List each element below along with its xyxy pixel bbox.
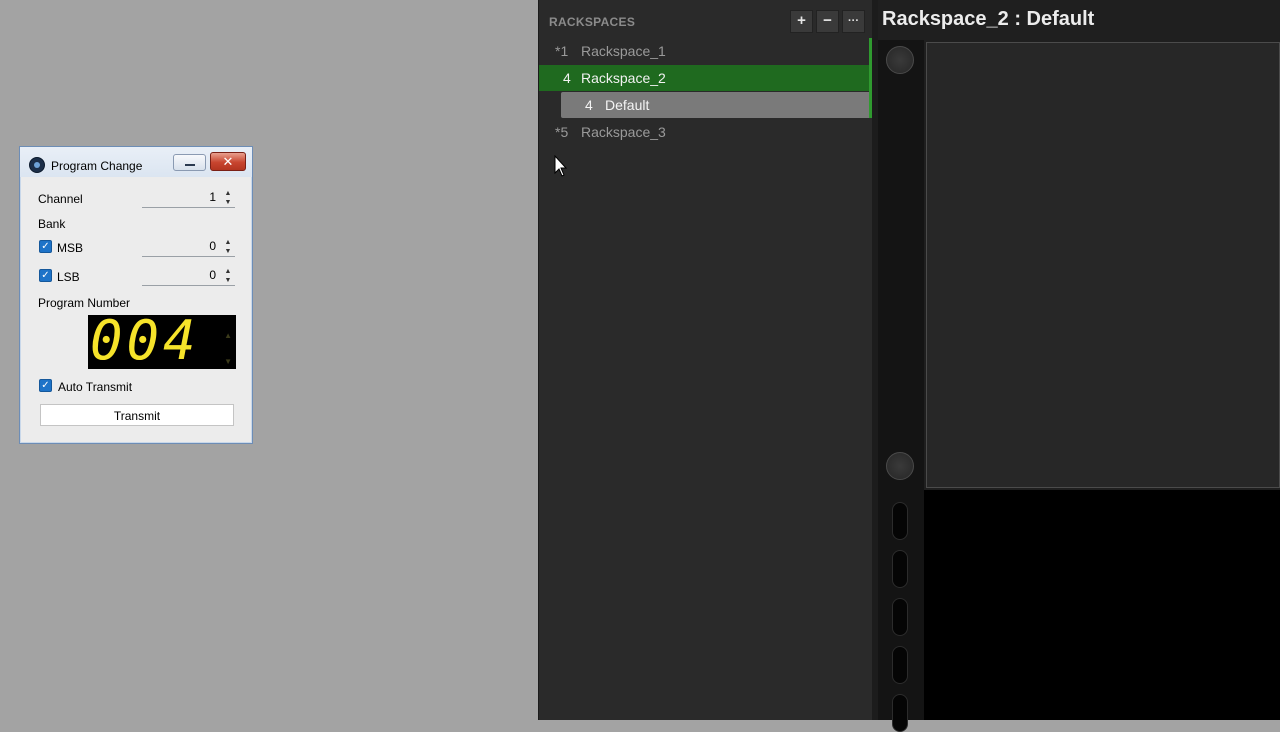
rack-slot-icon xyxy=(892,694,908,732)
rack-empty-space xyxy=(924,490,1280,720)
rack-screw-icon xyxy=(886,46,914,74)
lsb-stepper[interactable]: ▲▼ xyxy=(142,266,235,286)
rackspace-item-1[interactable]: *1 Rackspace_1 xyxy=(539,38,872,64)
lsb-checkbox[interactable]: ✓ xyxy=(39,269,52,282)
add-rackspace-button[interactable]: + xyxy=(790,10,813,33)
rackspaces-title: RACKSPACES xyxy=(549,15,636,29)
rackspace-name: Rackspace_2 xyxy=(581,70,666,86)
rackspace-number: 4 xyxy=(563,70,571,86)
lsb-input[interactable] xyxy=(142,266,216,284)
bank-label: Bank xyxy=(38,217,66,231)
rackspace-number: *1 xyxy=(555,43,569,59)
msb-input[interactable] xyxy=(142,237,216,255)
more-options-button[interactable]: ··· xyxy=(842,10,865,33)
rackspace-number: *5 xyxy=(555,124,569,140)
rackspace-name: Rackspace_1 xyxy=(581,43,666,59)
program-change-dialog: Program Change ✕ Channel ▲▼ Bank ✓ MSB ▲… xyxy=(19,146,253,444)
stepper-arrows-icon[interactable]: ▲ ▼ xyxy=(223,267,233,285)
rackspaces-panel: RACKSPACES + − ··· *1 Rackspace_1 4 Rack… xyxy=(538,0,876,720)
rack-screw-icon xyxy=(886,452,914,480)
rack-view-title: Rackspace_2 : Default xyxy=(882,8,1095,30)
variation-name: Default xyxy=(605,97,650,113)
rack-slot-icon xyxy=(892,550,908,588)
dialog-title-bar[interactable]: Program Change ✕ xyxy=(20,147,252,177)
auto-transmit-checkbox[interactable]: ✓ xyxy=(39,379,52,392)
msb-label: MSB xyxy=(57,241,84,255)
rack-panel-unit[interactable] xyxy=(926,42,1280,488)
stepper-arrows-icon[interactable]: ▲ ▼ xyxy=(223,189,233,207)
msb-stepper[interactable]: ▲▼ xyxy=(142,237,235,257)
rack-slot-icon xyxy=(892,502,908,540)
lsb-label: LSB xyxy=(57,270,80,284)
dialog-title: Program Change xyxy=(51,159,143,173)
stepper-arrows-icon[interactable]: ▲ ▼ xyxy=(223,238,233,256)
transmit-button[interactable]: Transmit xyxy=(40,404,234,426)
lcd-updown-icon[interactable]: ▲ ▼ xyxy=(224,323,232,375)
variation-number: 4 xyxy=(585,97,593,113)
close-button[interactable]: ✕ xyxy=(210,152,246,171)
remove-rackspace-button[interactable]: − xyxy=(816,10,839,33)
rack-slot-icon xyxy=(892,598,908,636)
variation-item-default[interactable]: 4 Default xyxy=(561,92,871,118)
rackspace-item-2[interactable]: 4 Rackspace_2 xyxy=(539,65,872,91)
program-number-digits: 004 xyxy=(90,309,200,372)
rack-slot-icon xyxy=(892,646,908,684)
rackspaces-header: RACKSPACES + − ··· xyxy=(539,0,876,40)
mouse-cursor-icon xyxy=(554,155,568,177)
msb-checkbox[interactable]: ✓ xyxy=(39,240,52,253)
channel-input[interactable] xyxy=(142,188,216,206)
rack-rail xyxy=(878,40,924,732)
program-number-display[interactable]: 004 ▲ ▼ xyxy=(88,309,236,372)
rackspace-item-3[interactable]: *5 Rackspace_3 xyxy=(539,119,872,145)
channel-label: Channel xyxy=(38,192,83,206)
app-icon xyxy=(29,157,45,173)
channel-stepper[interactable]: ▲▼ xyxy=(142,188,235,208)
program-number-label: Program Number xyxy=(38,296,131,310)
rackspace-name: Rackspace_3 xyxy=(581,124,666,140)
auto-transmit-label: Auto Transmit xyxy=(58,380,133,394)
rack-view: Rackspace_2 : Default xyxy=(878,0,1280,732)
minimize-button[interactable] xyxy=(173,154,206,171)
